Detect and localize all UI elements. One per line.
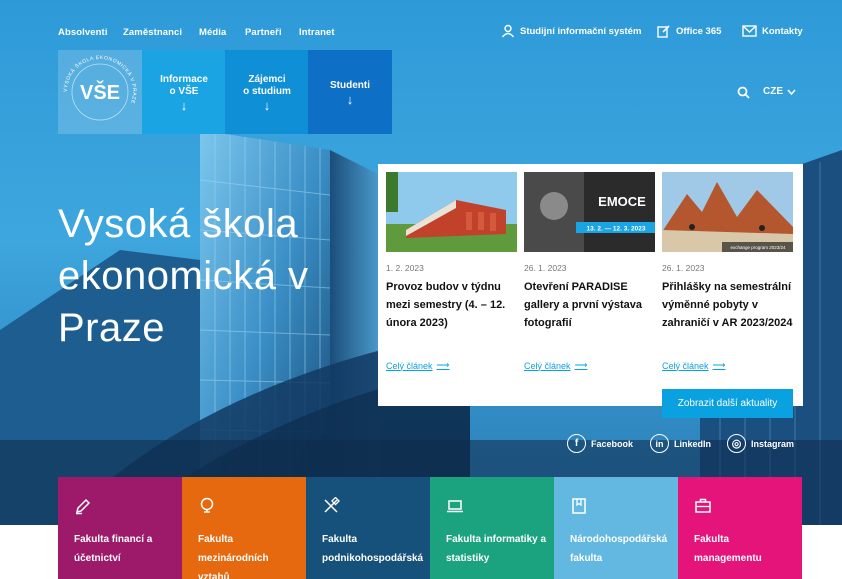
news-more-label: Celý článek	[662, 360, 709, 371]
top-link-insis[interactable]: Studijní informační systém	[501, 21, 641, 41]
nav-studenti[interactable]: Studenti ↓	[308, 50, 392, 134]
news-item[interactable]: EMOCE 13. 2. — 12. 3. 2023 26. 1. 2023 O…	[524, 172, 655, 332]
social-label: Instagram	[751, 438, 795, 449]
faculty-name: Fakulta informatiky a statistiky	[446, 534, 547, 564]
instagram-icon: ◎	[727, 434, 746, 453]
search-button[interactable]	[737, 86, 750, 104]
faculty-fis-fu[interactable]: Fakulta financí a účetnictví	[58, 477, 182, 579]
top-link-absolventi[interactable]: Absolventi	[58, 27, 108, 38]
top-link-intranet[interactable]: Intranet	[299, 27, 335, 38]
top-link-media[interactable]: Média	[199, 27, 226, 38]
faculty-fmv[interactable]: Fakulta mezinárodních vztahů	[182, 477, 306, 579]
arrow-right-icon: ⟶	[712, 360, 726, 370]
news-image-building	[386, 172, 517, 252]
edit-icon	[657, 25, 670, 38]
mail-icon	[742, 25, 757, 37]
news-more-label: Celý článek	[524, 360, 571, 371]
news-image-text: exchange program 2023/24	[730, 245, 786, 250]
top-link-kontakty[interactable]: Kontakty	[742, 21, 803, 41]
arrow-down-icon: ↓	[180, 98, 188, 113]
arrow-right-icon: ⟶	[436, 360, 450, 370]
vse-logo[interactable]: VŠE VYSOKÁ ŠKOLA EKONOMICKÁ V PRAZE	[58, 50, 142, 134]
page-title: Vysoká škola ekonomická v Praze	[58, 202, 309, 350]
top-link-insis-label: Studijní informační systém	[520, 25, 642, 37]
news-title: Provoz budov v týdnu mezi semestry (4. –…	[386, 281, 506, 329]
logo-emblem: VŠE VYSOKÁ ŠKOLA EKONOMICKÁ V PRAZE	[63, 55, 136, 121]
user-icon	[501, 24, 515, 38]
social-label: Facebook	[591, 438, 634, 449]
pen-icon	[75, 498, 91, 515]
arrow-right-icon: ⟶	[574, 360, 588, 370]
faculty-nf[interactable]: Národohospodářská fakulta	[554, 477, 678, 579]
news-date: 26. 1. 2023	[662, 263, 705, 273]
linkedin-icon: in	[650, 434, 669, 453]
news-more-link[interactable]: Celý článek ⟶	[386, 360, 449, 371]
top-link-office365[interactable]: Office 365	[657, 21, 721, 41]
top-link-zamestnanci[interactable]: Zaměstnanci	[123, 27, 182, 38]
news-title: Otevření PARADISE gallery a první výstav…	[524, 281, 643, 329]
news-panel: 1. 2. 2023 Provoz budov v týdnu mezi sem…	[378, 164, 803, 406]
nav-label-line1: Zájemci	[248, 74, 286, 85]
more-news-button[interactable]: Zobrazit další aktuality	[662, 389, 793, 418]
language-current: CZE	[763, 86, 783, 97]
logo-text: VŠE	[80, 80, 120, 104]
social-facebook[interactable]: f Facebook	[567, 434, 633, 453]
nav-informace-o-vse[interactable]: Informace o VŠE ↓	[142, 50, 226, 134]
nav-zajemci-o-studium[interactable]: Zájemci o studium ↓	[225, 50, 309, 134]
faculty-name: Fakulta podnikohospodářská	[322, 534, 424, 564]
faculty-name: Národohospodářská fakulta	[570, 534, 668, 564]
tools-icon	[324, 496, 340, 513]
top-link-kontakty-label: Kontakty	[762, 25, 803, 37]
book-icon	[572, 498, 586, 514]
nav-label-line2: o studium	[243, 86, 291, 97]
language-select[interactable]: CZE	[763, 86, 796, 97]
news-image-emoce: EMOCE 13. 2. — 12. 3. 2023	[524, 172, 655, 252]
nav-label-line1: Studenti	[330, 80, 370, 91]
top-link-office365-label: Office 365	[676, 25, 722, 37]
top-navigation: Absolventi Zaměstnanci Média Partneři In…	[0, 0, 842, 50]
news-date: 1. 2. 2023	[386, 263, 424, 273]
briefcase-icon	[695, 498, 711, 513]
social-label: LinkedIn	[674, 438, 712, 449]
faculty-fph[interactable]: Fakulta podnikohospodářská	[306, 477, 430, 579]
arrow-down-icon: ↓	[346, 92, 354, 107]
faculty-name: Fakulta mezinárodních vztahů	[198, 534, 269, 579]
social-linkedin[interactable]: in LinkedIn	[650, 434, 711, 453]
news-item[interactable]: 1. 2. 2023 Provoz budov v týdnu mezi sem…	[386, 172, 517, 332]
news-image-mountains: exchange program 2023/24	[662, 172, 793, 252]
search-icon	[737, 86, 750, 99]
news-image-dates: 13. 2. — 12. 3. 2023	[587, 226, 646, 233]
news-more-link[interactable]: Celý článek ⟶	[662, 360, 725, 371]
chevron-down-icon	[787, 89, 796, 95]
news-title: Přihlášky na semestrální výměnné pobyty …	[662, 281, 793, 329]
nav-label-line2: o VŠE	[169, 86, 199, 97]
faculty-fm[interactable]: Fakulta managementu	[678, 477, 802, 579]
nav-label-line1: Informace	[160, 74, 208, 85]
news-item[interactable]: exchange program 2023/24 26. 1. 2023 Při…	[662, 172, 793, 332]
social-instagram[interactable]: ◎ Instagram	[727, 434, 794, 453]
news-more-label: Celý článek	[386, 360, 433, 371]
arrow-down-icon: ↓	[263, 98, 271, 113]
bulb-icon	[200, 497, 214, 513]
faculty-name: Fakulta financí a účetnictví	[74, 534, 153, 564]
laptop-icon	[447, 500, 463, 513]
faculty-fis[interactable]: Fakulta informatiky a statistiky	[430, 477, 554, 579]
faculty-name: Fakulta managementu	[694, 534, 762, 564]
news-image-text: EMOCE	[598, 194, 646, 209]
news-more-link[interactable]: Celý článek ⟶	[524, 360, 587, 371]
facebook-icon: f	[567, 434, 586, 453]
top-link-partneri[interactable]: Partneři	[245, 27, 282, 38]
news-date: 26. 1. 2023	[524, 263, 567, 273]
